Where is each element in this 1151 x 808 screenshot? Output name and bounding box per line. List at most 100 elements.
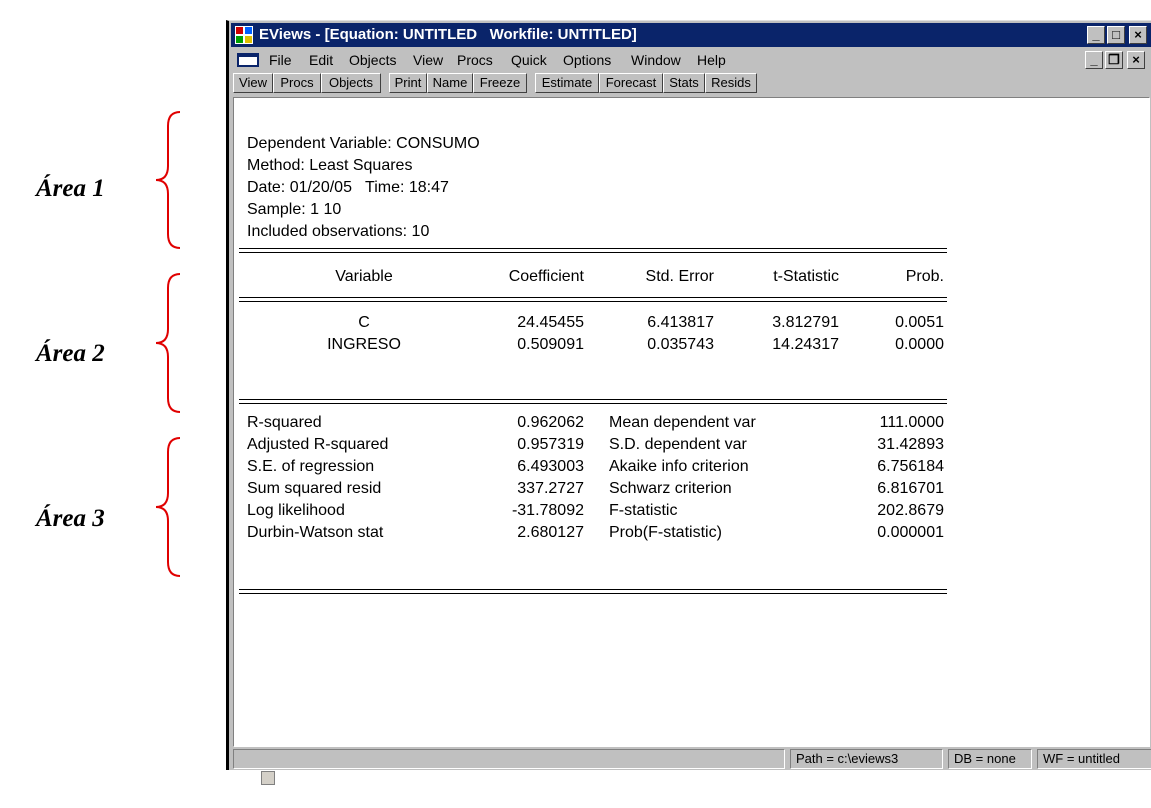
row-t-statistic: 3.812791 [772,314,839,331]
table-header-rule-2 [239,301,947,302]
document-icon[interactable] [237,53,259,67]
name-button[interactable]: Name [427,73,473,93]
stat-value: 0.000001 [877,524,944,541]
resids-button[interactable]: Resids [705,73,757,93]
row-variable: C [358,314,370,331]
stat-value: 111.0000 [879,414,944,431]
menu-window[interactable]: Window [631,52,681,68]
stat-label: R-squared [247,414,322,431]
row-t-statistic: 14.24317 [772,336,839,353]
menu-help[interactable]: Help [697,52,726,68]
status-db: DB = none [948,749,1032,769]
status-bar: Path = c:\eviews3 DB = none WF = untitle… [233,749,1151,785]
stat-label: F-statistic [609,502,678,519]
row-coefficient: 0.509091 [517,336,584,353]
stat-label: Schwarz criterion [609,480,732,497]
close-icon: × [1134,27,1142,42]
stat-value: 0.962062 [517,414,584,431]
estimate-button[interactable]: Estimate [535,73,599,93]
view-button[interactable]: View [233,73,273,93]
status-checkbox-icon [260,771,275,785]
child-close-button[interactable]: × [1127,51,1145,69]
procs-button[interactable]: Procs [273,73,321,93]
date-time-line: Date: 01/20/05 Time: 18:47 [247,179,449,196]
restore-icon: ❐ [1108,52,1120,67]
menu-procs[interactable]: Procs [457,52,493,68]
menu-edit[interactable]: Edit [309,52,333,68]
child-minimize-button[interactable]: _ [1085,51,1103,69]
stat-value: 6.493003 [517,458,584,475]
stat-label: S.E. of regression [247,458,375,475]
title-bar[interactable]: EViews - [Equation: UNTITLED Workfile: U… [231,23,1151,47]
stat-label: Durbin-Watson stat [247,524,384,541]
row-prob: 0.0000 [895,336,944,353]
table-top-rule [239,248,947,249]
column-header-std-error: Std. Error [645,268,714,285]
area-1-brace [155,111,181,249]
maximize-button[interactable]: □ [1107,26,1125,44]
method-line: Method: Least Squares [247,157,413,174]
window-title: EViews - [Equation: UNTITLED Workfile: U… [259,26,637,43]
stats-bottom-rule-2 [239,593,947,594]
freeze-button[interactable]: Freeze [473,73,527,93]
row-std-error: 0.035743 [647,336,714,353]
stat-label: Adjusted R-squared [247,436,389,453]
child-restore-button[interactable]: ❐ [1105,51,1123,69]
column-header-variable: Variable [335,268,393,285]
stat-label: Log likelihood [247,502,345,519]
stat-label: Mean dependent var [609,414,756,431]
stat-value: 6.816701 [877,480,944,497]
status-path: Path = c:\eviews3 [790,749,943,769]
menu-view[interactable]: View [413,52,443,68]
close-button[interactable]: × [1129,26,1147,44]
stat-label: Sum squared resid [247,480,382,497]
table-top-rule-2 [239,252,947,253]
stat-value: 6.756184 [877,458,944,475]
menu-objects[interactable]: Objects [349,52,396,68]
forecast-button[interactable]: Forecast [599,73,663,93]
status-wf: WF = untitled [1037,749,1151,769]
area-2-label: Área 2 [36,340,105,367]
status-message-area [233,749,785,785]
equation-output[interactable]: Dependent Variable: CONSUMO Method: Leas… [233,97,1150,747]
close-icon: × [1132,52,1140,67]
menu-quick[interactable]: Quick [511,52,547,68]
row-std-error: 6.413817 [647,314,714,331]
column-header-prob: Prob. [905,268,944,285]
area-3-brace [155,437,181,577]
area-2-brace [155,273,181,413]
menu-file[interactable]: File [269,52,292,68]
maximize-icon: □ [1112,27,1120,42]
objects-button[interactable]: Objects [321,73,381,93]
stat-value: 2.680127 [517,524,584,541]
stat-value: 202.8679 [877,502,944,519]
stat-value: -31.78092 [511,502,584,519]
sample-line: Sample: 1 10 [247,201,342,218]
stat-label: Prob(F-statistic) [609,524,722,541]
stat-value: 31.42893 [877,436,944,453]
stat-label: Akaike info criterion [609,458,749,475]
column-header-coefficient: Coefficient [508,268,584,285]
row-variable: INGRESO [327,336,401,353]
row-coefficient: 24.45455 [517,314,584,331]
eviews-app-icon [235,26,253,44]
stats-bottom-rule [239,589,947,590]
stat-value: 0.957319 [517,436,584,453]
area-3-label: Área 3 [36,505,105,532]
included-observations-line: Included observations: 10 [247,223,430,240]
dependent-variable-line: Dependent Variable: CONSUMO [247,135,480,152]
minimize-button[interactable]: _ [1087,26,1105,44]
stats-top-rule-2 [239,403,947,404]
menu-options[interactable]: Options [563,52,611,68]
table-header-rule [239,297,947,298]
menu-bar: File Edit Objects View Procs Quick Optio… [231,49,1151,71]
minimize-icon: _ [1092,27,1100,42]
row-prob: 0.0051 [895,314,944,331]
print-button[interactable]: Print [389,73,427,93]
stats-button[interactable]: Stats [663,73,705,93]
stats-top-rule [239,399,947,400]
stat-label: S.D. dependent var [609,436,747,453]
eviews-window: EViews - [Equation: UNTITLED Workfile: U… [226,20,1151,785]
area-1-label: Área 1 [36,175,105,202]
minimize-icon: _ [1090,52,1098,67]
